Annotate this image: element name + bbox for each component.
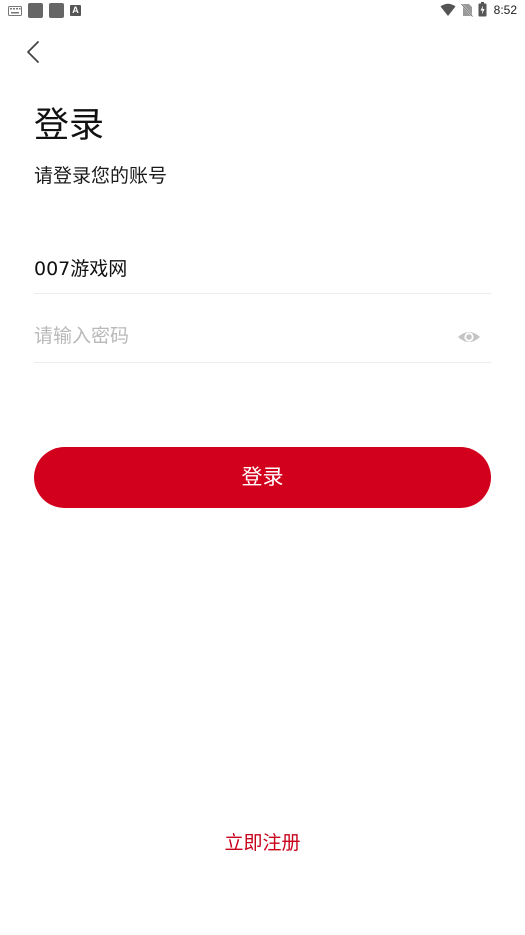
password-input[interactable] xyxy=(34,312,444,360)
login-button[interactable]: 登录 xyxy=(34,447,491,508)
back-button[interactable] xyxy=(20,36,48,68)
account-field xyxy=(34,243,491,294)
keyboard-icon xyxy=(8,5,22,16)
eye-icon xyxy=(458,332,480,342)
status-time: 8:52 xyxy=(493,2,517,17)
status-bar-notifications: A xyxy=(8,3,81,18)
battery-charging-icon xyxy=(478,2,487,17)
register-link[interactable]: 立即注册 xyxy=(0,829,525,857)
account-input[interactable] xyxy=(34,243,444,291)
page-subtitle: 请登录您的账号 xyxy=(34,165,168,187)
no-sim-icon xyxy=(460,2,473,17)
wifi-icon xyxy=(440,3,456,16)
app-square-icon xyxy=(28,3,43,18)
password-field xyxy=(34,312,491,363)
page-title: 登录 xyxy=(34,106,105,146)
status-bar-system: 8:52 xyxy=(440,2,517,17)
status-bar: A 8:52 xyxy=(0,0,525,22)
chevron-left-icon xyxy=(27,41,39,63)
font-a-icon: A xyxy=(70,5,81,16)
app-square-icon xyxy=(49,3,64,18)
password-visibility-toggle[interactable] xyxy=(457,326,481,348)
